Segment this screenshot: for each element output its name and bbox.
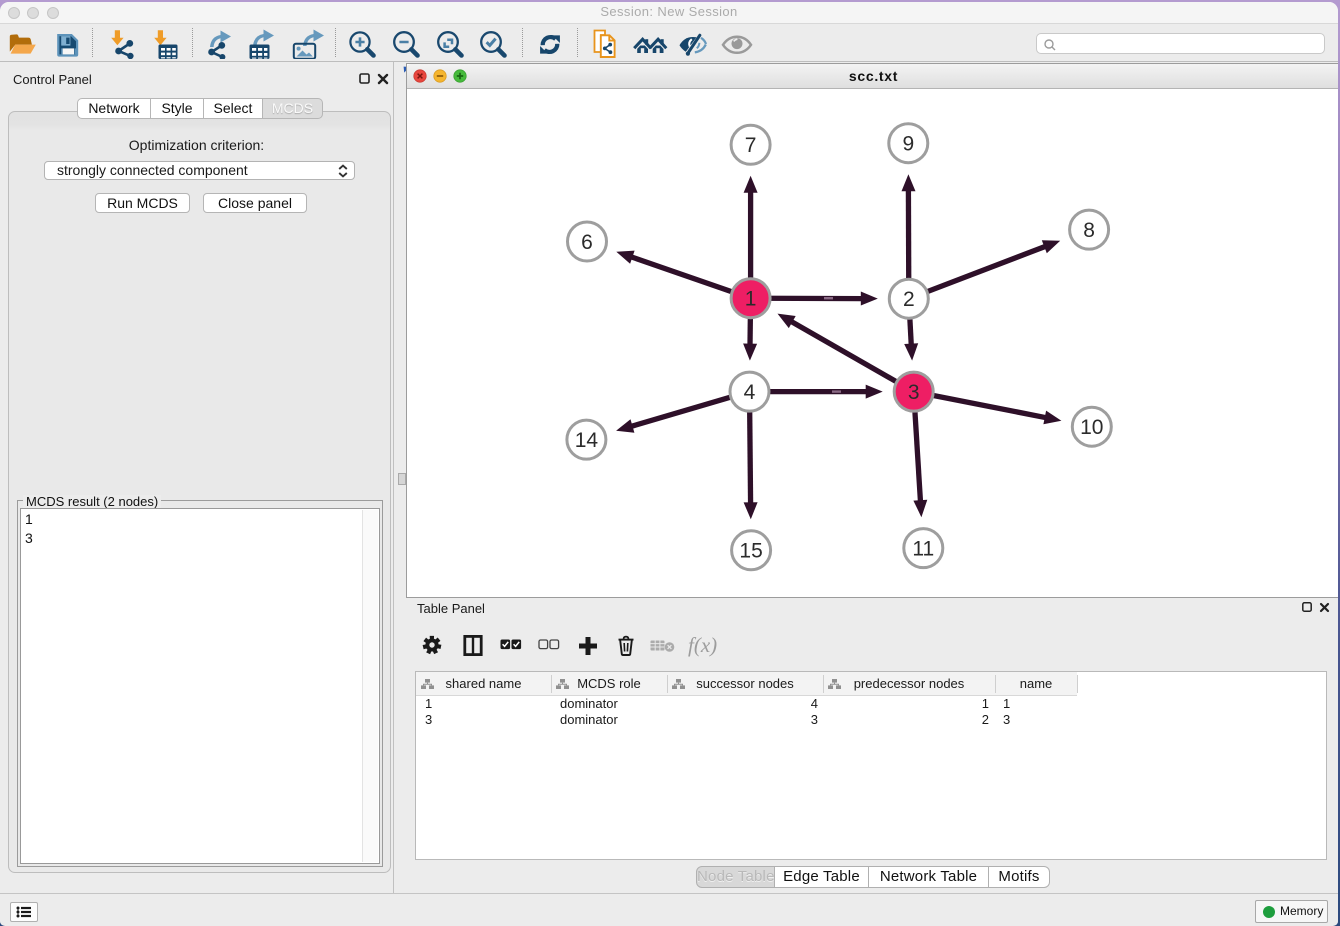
svg-text:6: 6 xyxy=(581,231,593,254)
svg-text:9: 9 xyxy=(902,133,914,156)
svg-text:11: 11 xyxy=(912,538,934,561)
svg-text:14: 14 xyxy=(575,429,599,452)
svg-text:4: 4 xyxy=(744,381,756,404)
svg-text:15: 15 xyxy=(739,540,762,563)
svg-text:3: 3 xyxy=(908,381,920,404)
svg-text:10: 10 xyxy=(1080,416,1103,439)
svg-text:2: 2 xyxy=(903,288,915,311)
svg-text:7: 7 xyxy=(745,134,757,157)
svg-text:8: 8 xyxy=(1083,219,1095,242)
svg-text:1: 1 xyxy=(745,288,757,311)
